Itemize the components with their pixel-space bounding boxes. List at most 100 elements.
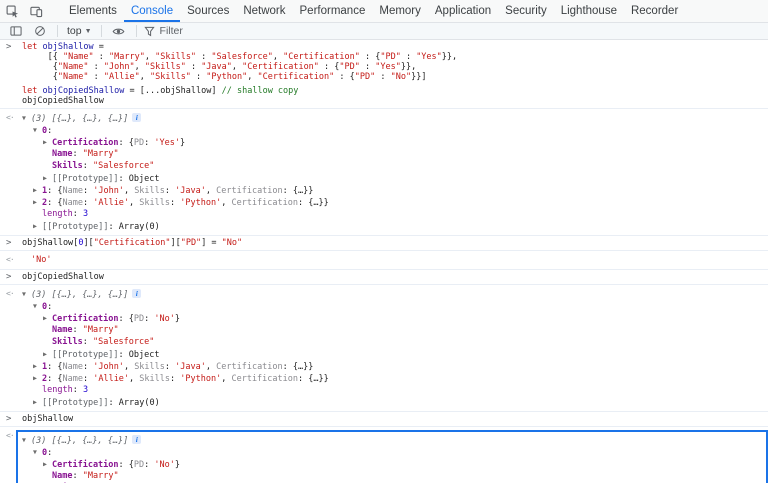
token-str2: 'Python' bbox=[180, 198, 222, 208]
clear-console-icon[interactable] bbox=[28, 25, 52, 37]
disclosure-triangle-icon[interactable]: ▶ bbox=[33, 184, 42, 196]
token-pn: : bbox=[164, 186, 176, 196]
token-pn: : bbox=[72, 471, 83, 481]
token-str: "Name" bbox=[62, 52, 94, 62]
disclosure-triangle-icon[interactable]: ▶ bbox=[33, 360, 42, 372]
token-proto: [[Prototype]] bbox=[52, 350, 119, 360]
tab-memory[interactable]: Memory bbox=[372, 0, 428, 22]
tab-lighthouse[interactable]: Lighthouse bbox=[554, 0, 624, 22]
tab-security[interactable]: Security bbox=[498, 0, 554, 22]
toolbar-divider bbox=[57, 25, 58, 37]
object-tree-row[interactable]: ▶ 1: {Name: 'John', Skills: 'Java', Certi… bbox=[22, 360, 768, 372]
object-tree-row[interactable]: ▶ 2: {Name: 'Allie', Skills: 'Python', Ce… bbox=[22, 372, 768, 384]
token-pn: : bbox=[82, 362, 94, 372]
object-tree-row[interactable]: ▶ [[Prototype]]: Array(0) bbox=[22, 220, 768, 232]
object-tree-row[interactable]: ▶ Certification: {PD: 'No'} bbox=[22, 458, 766, 470]
token-key: Name bbox=[52, 325, 73, 335]
object-tree-row[interactable]: ▶ [[Prototype]]: Object bbox=[22, 172, 768, 184]
object-tree-row[interactable]: ▼ (3) [{…}, {…}, {…}] i bbox=[22, 112, 768, 124]
token-len: length bbox=[42, 209, 73, 219]
tab-network[interactable]: Network bbox=[236, 0, 292, 22]
token-str2: 'No' bbox=[31, 255, 52, 265]
console-entry-result: <· ▼ (3) [{…}, {…}, {…}] i ▼ 0: ▶ Certification… bbox=[0, 427, 768, 483]
disclosure-triangle-icon[interactable]: ▶ bbox=[33, 220, 42, 232]
disclosure-triangle-icon[interactable]: ▶ bbox=[43, 312, 52, 324]
token-pn: : { bbox=[47, 186, 63, 196]
disclosure-triangle-icon[interactable]: ▼ bbox=[33, 124, 42, 136]
javascript-context-dropdown[interactable]: top ▼ bbox=[63, 25, 96, 37]
token-str: "Marry" bbox=[109, 52, 145, 62]
disclosure-triangle-icon[interactable]: ▶ bbox=[43, 136, 52, 148]
token-pn: , bbox=[272, 52, 284, 62]
token-str2: 'Python' bbox=[180, 374, 222, 384]
console-sidebar-icon[interactable] bbox=[4, 25, 28, 37]
disclosure-triangle-icon[interactable]: ▼ bbox=[22, 434, 31, 446]
token-pn: : bbox=[164, 362, 176, 372]
disclosure-triangle-icon[interactable]: ▼ bbox=[33, 300, 42, 312]
token-key: Certification bbox=[52, 460, 119, 470]
disclosure-triangle-icon[interactable]: ▶ bbox=[43, 172, 52, 184]
console-input-line: let objShallow = bbox=[22, 42, 768, 52]
object-tree-row[interactable]: ▼ (3) [{…}, {…}, {…}] i bbox=[22, 288, 768, 300]
disclosure-triangle-icon[interactable]: ▶ bbox=[43, 348, 52, 360]
inspect-element-icon[interactable] bbox=[0, 0, 24, 22]
token-pn: } bbox=[179, 138, 186, 148]
token-id: objShallow bbox=[22, 414, 74, 424]
token-str: "Yes" bbox=[375, 62, 401, 72]
tab-application[interactable]: Application bbox=[428, 0, 498, 22]
disclosure-triangle-icon[interactable]: ▼ bbox=[22, 112, 31, 124]
object-tree-row[interactable]: ▶ Certification: {PD: 'Yes'} bbox=[22, 136, 768, 148]
token-pn: : {…}} bbox=[298, 198, 329, 208]
token-pkey: Name bbox=[62, 198, 83, 208]
token-str2: "Salesforce" bbox=[92, 337, 155, 347]
token-pn: : { bbox=[118, 138, 134, 148]
tab-performance[interactable]: Performance bbox=[293, 0, 373, 22]
token-kw: let bbox=[22, 42, 43, 52]
device-toolbar-icon[interactable] bbox=[24, 0, 48, 22]
tab-sources[interactable]: Sources bbox=[180, 0, 236, 22]
disclosure-triangle-icon[interactable]: ▼ bbox=[33, 446, 42, 458]
live-expression-eye-icon[interactable] bbox=[107, 25, 131, 38]
token-pn: : bbox=[72, 209, 83, 219]
object-tree-row[interactable]: ▼ (3) [{…}, {…}, {…}] i bbox=[22, 434, 766, 446]
token-pn: , bbox=[221, 374, 232, 384]
token-pn: : bbox=[72, 385, 83, 395]
object-tree-row[interactable]: ▼ 0: bbox=[22, 124, 768, 136]
token-pn: : bbox=[375, 72, 391, 82]
filter-input[interactable]: Filter bbox=[142, 25, 183, 37]
tab-console[interactable]: Console bbox=[124, 0, 180, 22]
object-tree-row[interactable]: ▼ 0: bbox=[22, 446, 766, 458]
token-str2: 'Java' bbox=[175, 186, 206, 196]
input-prompt-icon: > bbox=[6, 414, 12, 424]
token-str2: 'Allie' bbox=[93, 198, 130, 208]
object-tree-row[interactable]: ▶ Certification: {PD: 'No'} bbox=[22, 312, 768, 324]
token-pn: : bbox=[190, 72, 207, 82]
object-tree-row[interactable]: ▶ [[Prototype]]: Array(0) bbox=[22, 396, 768, 408]
token-pn: [{ bbox=[22, 52, 63, 62]
input-prompt-icon: > bbox=[6, 272, 12, 282]
token-str: "Allie" bbox=[103, 72, 140, 82]
object-tree-row[interactable]: ▶ 1: {Name: 'John', Skills: 'Java', Certi… bbox=[22, 184, 768, 196]
token-pn: { bbox=[22, 62, 58, 72]
object-tree-row: Skills: "Salesforce" bbox=[22, 336, 768, 348]
console-input-line: let objCopiedShallow = [...objShallow] /… bbox=[22, 86, 768, 96]
token-pn: : bbox=[185, 62, 202, 72]
disclosure-triangle-icon[interactable]: ▼ bbox=[22, 288, 31, 300]
disclosure-triangle-icon[interactable]: ▶ bbox=[43, 458, 52, 470]
token-pn: : { bbox=[359, 52, 381, 62]
token-str2: "Marry" bbox=[82, 471, 119, 481]
object-tree-row[interactable]: ▼ 0: bbox=[22, 300, 768, 312]
disclosure-triangle-icon[interactable]: ▶ bbox=[33, 396, 42, 408]
token-pn: : bbox=[108, 398, 119, 408]
disclosure-triangle-icon[interactable]: ▶ bbox=[33, 196, 42, 208]
tab-elements[interactable]: Elements bbox=[62, 0, 124, 22]
tab-recorder[interactable]: Recorder bbox=[624, 0, 685, 22]
token-id: objShallow bbox=[22, 238, 74, 248]
token-str2: 'Allie' bbox=[93, 374, 130, 384]
disclosure-triangle-icon[interactable]: ▶ bbox=[33, 372, 42, 384]
object-tree-row[interactable]: ▶ [[Prototype]]: Object bbox=[22, 348, 768, 360]
token-pn: , bbox=[247, 72, 258, 82]
object-tree-row[interactable]: ▶ 2: {Name: 'Allie', Skills: 'Python', Ce… bbox=[22, 196, 768, 208]
token-pn: ] bbox=[211, 86, 222, 96]
token-pkey: Certification bbox=[216, 362, 283, 372]
